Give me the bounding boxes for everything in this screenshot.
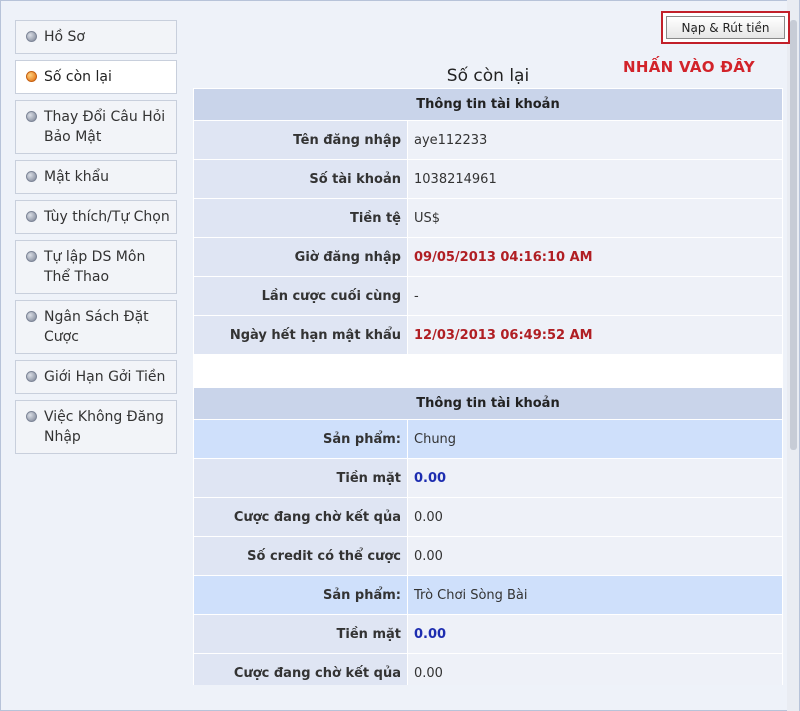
sidebar-item-security-question[interactable]: Thay Đổi Câu Hỏi Bảo Mật	[15, 100, 177, 154]
deposit-withdraw-button[interactable]: Nạp & Rút tiền	[666, 16, 785, 39]
sidebar-item-label: Việc Không Đăng Nhập	[44, 409, 164, 445]
product-value: Chung	[407, 419, 783, 459]
product-row: Sản phẩm: Trò Chơi Sòng Bài	[193, 575, 783, 615]
product-value: Trò Chơi Sòng Bài	[407, 575, 783, 615]
balance-info-heading: Thông tin tài khoản	[193, 387, 783, 420]
pending-bets-value: 0.00	[407, 653, 783, 685]
sidebar-item-label: Số còn lại	[44, 69, 112, 85]
table-row: Tên đăng nhập aye112233	[193, 120, 783, 160]
table-row: Cược đang chờ kết qủa 0.00	[193, 497, 783, 537]
sidebar-item-sports-list[interactable]: Tự lập DS Môn Thể Thao	[15, 240, 177, 294]
cash-value: 0.00	[407, 614, 783, 654]
last-bet-label: Lần cược cuối cùng	[193, 276, 408, 316]
sidebar-item-password[interactable]: Mật khẩu	[15, 160, 177, 194]
sidebar-item-preferences[interactable]: Tùy thích/Tự Chọn	[15, 200, 177, 234]
password-expiry-value: 12/03/2013 06:49:52 AM	[407, 315, 783, 355]
sidebar-item-label: Mật khẩu	[44, 169, 110, 185]
currency-label: Tiền tệ	[193, 198, 408, 238]
available-credit-value: 0.00	[407, 536, 783, 576]
sidebar-item-balance[interactable]: Số còn lại	[15, 60, 177, 94]
account-info-table: Thông tin tài khoản Tên đăng nhập aye112…	[193, 88, 783, 355]
currency-value: US$	[407, 198, 783, 238]
sidebar-item-deposit-limit[interactable]: Giới Hạn Gởi Tiền	[15, 360, 177, 394]
product-row: Sản phẩm: Chung	[193, 419, 783, 459]
bullet-icon	[26, 211, 37, 222]
sidebar-item-betting-budget[interactable]: Ngân Sách Đặt Cược	[15, 300, 177, 354]
sidebar-item-self-exclusion[interactable]: Việc Không Đăng Nhập	[15, 400, 177, 454]
account-info-heading: Thông tin tài khoản	[193, 88, 783, 121]
pending-bets-label: Cược đang chờ kết qủa	[193, 497, 408, 537]
account-number-label: Số tài khoản	[193, 159, 408, 199]
username-value: aye112233	[407, 120, 783, 160]
password-expiry-label: Ngày hết hạn mật khẩu	[193, 315, 408, 355]
bullet-icon	[26, 251, 37, 262]
login-time-value: 09/05/2013 04:16:10 AM	[407, 237, 783, 277]
table-row: Số credit có thể cược 0.00	[193, 536, 783, 576]
cash-value: 0.00	[407, 458, 783, 498]
account-number-value: 1038214961	[407, 159, 783, 199]
cash-label: Tiền mặt	[193, 614, 408, 654]
table-row: Số tài khoản 1038214961	[193, 159, 783, 199]
table-row: Tiền mặt 0.00	[193, 458, 783, 498]
bullet-icon	[26, 411, 37, 422]
bullet-icon	[26, 311, 37, 322]
pending-bets-value: 0.00	[407, 497, 783, 537]
sidebar-item-label: Hồ Sơ	[44, 29, 85, 45]
sidebar-item-label: Tùy thích/Tự Chọn	[44, 209, 170, 225]
scrollbar-thumb[interactable]	[790, 20, 797, 450]
table-row: Giờ đăng nhập 09/05/2013 04:16:10 AM	[193, 237, 783, 277]
table-row: Ngày hết hạn mật khẩu 12/03/2013 06:49:5…	[193, 315, 783, 355]
account-panel: Thông tin tài khoản Tên đăng nhập aye112…	[193, 88, 783, 685]
sidebar-item-label: Thay Đổi Câu Hỏi Bảo Mật	[44, 109, 166, 145]
balance-info-table: Thông tin tài khoản Sản phẩm: Chung Tiền…	[193, 387, 783, 685]
cash-label: Tiền mặt	[193, 458, 408, 498]
sidebar-item-profile[interactable]: Hồ Sơ	[15, 20, 177, 54]
username-label: Tên đăng nhập	[193, 120, 408, 160]
bullet-active-icon	[26, 71, 37, 82]
table-row: Tiền mặt 0.00	[193, 614, 783, 654]
product-label: Sản phẩm:	[193, 575, 408, 615]
pending-bets-label: Cược đang chờ kết qủa	[193, 653, 408, 685]
table-row: Lần cược cuối cùng -	[193, 276, 783, 316]
bullet-icon	[26, 171, 37, 182]
available-credit-label: Số credit có thể cược	[193, 536, 408, 576]
page-title: Số còn lại	[446, 66, 530, 86]
table-row: Tiền tệ US$	[193, 198, 783, 238]
sidebar-menu: Hồ Sơ Số còn lại Thay Đổi Câu Hỏi Bảo Mậ…	[15, 20, 177, 460]
sidebar-item-label: Ngân Sách Đặt Cược	[44, 309, 149, 345]
deposit-highlight-box: Nạp & Rút tiền	[661, 11, 790, 44]
bullet-icon	[26, 371, 37, 382]
section-spacer	[193, 355, 783, 387]
bullet-icon	[26, 31, 37, 42]
last-bet-value: -	[407, 276, 783, 316]
bullet-icon	[26, 111, 37, 122]
table-row: Cược đang chờ kết qủa 0.00	[193, 653, 783, 685]
login-time-label: Giờ đăng nhập	[193, 237, 408, 277]
product-label: Sản phẩm:	[193, 419, 408, 459]
sidebar-item-label: Tự lập DS Môn Thể Thao	[44, 249, 146, 285]
sidebar-item-label: Giới Hạn Gởi Tiền	[44, 369, 166, 385]
